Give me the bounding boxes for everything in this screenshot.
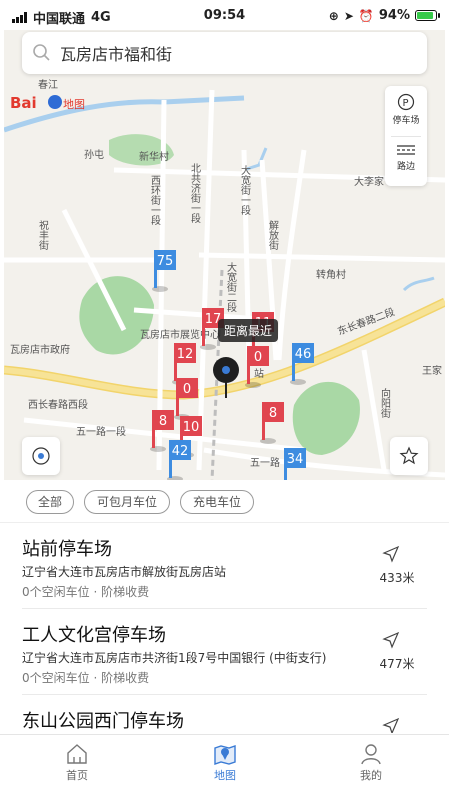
lot-name: 东山公园西门停车场 — [22, 711, 184, 732]
map-tools: P 停车场 路边 — [385, 86, 427, 186]
filter-bar: 全部 可包月车位 充电车位 — [0, 480, 449, 523]
marker-count: 42 — [172, 444, 189, 459]
filter-monthly[interactable]: 可包月车位 — [84, 490, 170, 514]
star-icon — [399, 446, 419, 465]
search-input[interactable]: 瓦房店市福和街 — [60, 41, 172, 65]
navigate-icon[interactable] — [382, 631, 400, 649]
map-view[interactable]: 春江 孙屯 新华村 大李家 转角村 瓦房店市政府 瓦房店市展览中心 王家 站 西… — [4, 30, 445, 480]
parking-marker-red[interactable]: 8 — [260, 402, 284, 444]
map-label: 五一路 — [250, 456, 280, 469]
map-label: 瓦房店市政府 — [10, 343, 70, 356]
navigate-icon[interactable] — [382, 545, 400, 563]
marker-count: 8 — [159, 414, 167, 429]
map-label: 祝丰街 — [37, 219, 49, 251]
tab-profile[interactable]: 我的 — [321, 735, 421, 795]
lot-address: 辽宁省大连市瓦房店市解放街瓦房店站 — [22, 565, 227, 579]
parking-list: 站前停车场 辽宁省大连市瓦房店市解放街瓦房店站 0个空闲车位 · 阶梯收费 43… — [0, 523, 449, 733]
marker-count: 8 — [269, 406, 277, 421]
map-label: 北共济街一段 — [189, 163, 201, 224]
stream — [402, 276, 435, 292]
map-label: 大宽街一段 — [239, 164, 251, 216]
lot-name: 工人文化宫停车场 — [22, 625, 166, 646]
favorite-button[interactable] — [390, 437, 428, 475]
lot-distance: 433米 — [379, 571, 415, 585]
map-label: 西长春路西段 — [28, 398, 88, 411]
map-label: 站 — [254, 367, 264, 380]
svg-text:地图: 地图 — [63, 98, 85, 111]
roadside-toggle-button[interactable]: 路边 — [385, 136, 427, 186]
locate-icon — [32, 447, 50, 465]
list-item[interactable]: 站前停车场 辽宁省大连市瓦房店市解放街瓦房店站 0个空闲车位 · 阶梯收费 43… — [22, 523, 427, 609]
battery-icon — [415, 10, 440, 21]
lot-availability: 0个空闲车位 · 阶梯收费 — [22, 585, 150, 599]
tab-label: 首页 — [66, 769, 88, 782]
map-label: 五一路一段 — [76, 425, 126, 438]
location-arrow-icon: ➤ — [343, 8, 354, 23]
map-label: 解放街 — [267, 219, 279, 251]
list-item[interactable]: 工人文化宫停车场 辽宁省大连市瓦房店市共济街1段7号中国银行 (中街支行) 0个… — [22, 609, 427, 695]
filter-charging[interactable]: 充电车位 — [180, 490, 254, 514]
map-label: 西环街一段 — [149, 175, 161, 226]
tab-label: 地图 — [214, 769, 236, 782]
park-east — [292, 381, 360, 455]
tab-map[interactable]: 地图 — [175, 735, 275, 795]
parking-marker-blue[interactable]: 34 — [282, 448, 306, 480]
nearest-tooltip: 距离最近 — [218, 319, 279, 342]
lot-name: 站前停车场 — [22, 539, 112, 560]
parking-toggle-label: 停车场 — [392, 116, 420, 126]
lot-availability: 0个空闲车位 · 阶梯收费 — [22, 671, 150, 685]
battery-percent: 94% — [378, 8, 410, 23]
map-icon — [214, 745, 236, 765]
map-label: 王家 — [422, 364, 442, 377]
map-label: 新华村 — [139, 150, 169, 163]
map-label: 转角村 — [316, 268, 346, 281]
marker-count: 75 — [157, 254, 174, 269]
search-bar[interactable]: 瓦房店市福和街 — [22, 32, 427, 74]
marker-count: 34 — [287, 452, 304, 467]
roadside-toggle-label: 路边 — [396, 162, 415, 172]
tab-label: 我的 — [360, 769, 382, 782]
marker-count: 0 — [183, 382, 191, 397]
map-label: 瓦房店市展览中心 — [140, 328, 220, 341]
parking-icon: P — [397, 93, 415, 111]
locate-button[interactable] — [22, 437, 60, 475]
rotation-lock-icon: ⊕ — [328, 8, 339, 23]
list-item[interactable]: 东山公园西门停车场 — [22, 695, 427, 733]
navigate-icon[interactable] — [382, 717, 400, 733]
marker-count: 46 — [295, 347, 312, 362]
map-canvas: 春江 孙屯 新华村 大李家 转角村 瓦房店市政府 瓦房店市展览中心 王家 站 西… — [4, 79, 445, 480]
map-label: 孙屯 — [84, 148, 104, 161]
marker-count: 0 — [254, 350, 262, 365]
baidu-logo: Bai 地图 — [10, 94, 85, 112]
parking-toggle-button[interactable]: P 停车场 — [385, 86, 427, 136]
svg-text:P: P — [403, 98, 409, 109]
map-label: 向阳街 — [379, 387, 391, 419]
tab-bar: 首页 地图 我的 — [0, 734, 449, 795]
svg-text:Bai: Bai — [10, 94, 37, 112]
map-label: 春江 — [38, 79, 58, 91]
profile-icon — [361, 744, 381, 765]
map-label: 大宽街二段 — [225, 261, 237, 313]
filter-all[interactable]: 全部 — [26, 490, 74, 514]
tab-home[interactable]: 首页 — [27, 735, 127, 795]
river — [4, 95, 245, 133]
marker-count: 10 — [183, 420, 200, 435]
map-label: 大李家 — [354, 175, 384, 188]
marker-count: 12 — [177, 347, 194, 362]
parking-marker-blue[interactable]: 42 — [167, 440, 191, 480]
lot-address: 辽宁省大连市瓦房店市共济街1段7号中国银行 (中街支行) — [22, 651, 327, 665]
roadside-icon — [397, 145, 415, 155]
search-icon — [33, 44, 50, 61]
status-bar: 中国联通 4G 09:54 ⊕ ➤ ⏰ 94% — [0, 0, 449, 30]
alarm-icon: ⏰ — [358, 8, 374, 23]
home-icon — [67, 744, 87, 764]
lot-distance: 477米 — [379, 657, 415, 671]
